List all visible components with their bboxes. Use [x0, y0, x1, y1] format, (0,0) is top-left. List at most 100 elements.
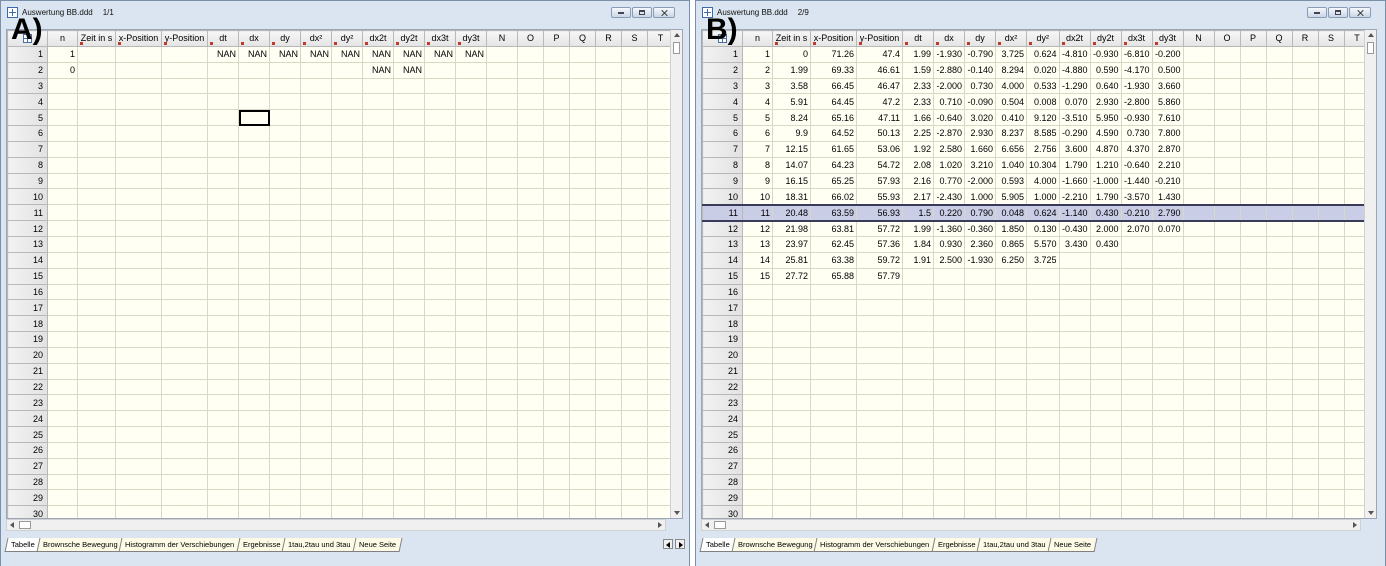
column-header[interactable]: dy2t [393, 30, 425, 47]
table-cell[interactable]: 4.370 [1120, 140, 1153, 158]
column-header[interactable]: R [1291, 30, 1319, 47]
table-cell[interactable] [1239, 489, 1267, 507]
table-cell[interactable] [331, 188, 363, 206]
table-cell[interactable]: 65.16 [810, 109, 857, 127]
table-cell[interactable] [269, 220, 301, 237]
table-cell[interactable] [207, 172, 239, 190]
table-cell[interactable] [856, 426, 903, 443]
table-cell[interactable] [393, 315, 425, 333]
table-cell[interactable] [207, 426, 239, 443]
table-cell[interactable] [517, 125, 544, 142]
table-cell[interactable] [47, 362, 78, 380]
table-cell[interactable] [1291, 331, 1319, 348]
table-cell[interactable] [393, 346, 425, 364]
table-cell[interactable] [517, 362, 544, 380]
table-cell[interactable] [1317, 235, 1345, 253]
table-cell[interactable] [331, 61, 363, 79]
table-cell[interactable]: 46.61 [856, 61, 903, 79]
table-cell[interactable] [1239, 410, 1267, 428]
table-cell[interactable] [595, 315, 622, 333]
table-cell[interactable]: -4.170 [1120, 61, 1153, 79]
table-cell[interactable] [742, 331, 773, 348]
table-cell[interactable] [238, 77, 270, 95]
table-cell[interactable]: 0.533 [1026, 77, 1060, 95]
table-cell[interactable] [331, 441, 363, 459]
table-cell[interactable] [772, 331, 811, 348]
table-cell[interactable] [742, 426, 773, 443]
table-cell[interactable] [595, 125, 622, 142]
table-cell[interactable] [300, 299, 332, 317]
table-cell[interactable] [1291, 45, 1319, 63]
table-cell[interactable] [517, 441, 544, 459]
table-cell[interactable] [455, 457, 487, 475]
table-cell[interactable] [1291, 378, 1319, 396]
table-cell[interactable] [856, 331, 903, 348]
table-cell[interactable] [77, 109, 116, 127]
table-cell[interactable] [1239, 109, 1267, 127]
column-header[interactable]: x-Position [810, 30, 857, 47]
table-cell[interactable] [455, 346, 487, 364]
table-cell[interactable]: 2.16 [902, 172, 934, 190]
table-cell[interactable] [621, 188, 648, 206]
table-cell[interactable] [964, 299, 996, 317]
table-cell[interactable]: 71.26 [810, 45, 857, 63]
table-cell[interactable] [964, 315, 996, 333]
table-cell[interactable] [207, 251, 239, 269]
table-cell[interactable] [742, 410, 773, 428]
table-cell[interactable] [569, 394, 596, 412]
table-cell[interactable] [1291, 426, 1319, 443]
table-cell[interactable] [393, 156, 425, 174]
column-header[interactable]: O [517, 30, 544, 47]
table-cell[interactable] [1265, 315, 1293, 333]
table-cell[interactable] [161, 125, 208, 142]
column-header[interactable]: dx2t [362, 30, 394, 47]
table-cell[interactable] [455, 188, 487, 206]
table-cell[interactable] [543, 362, 570, 380]
table-cell[interactable] [543, 109, 570, 127]
table-cell[interactable]: 0.710 [933, 93, 965, 111]
column-header[interactable]: Q [569, 30, 596, 47]
table-cell[interactable] [517, 315, 544, 333]
table-cell[interactable] [300, 188, 332, 206]
table-cell[interactable] [1265, 61, 1293, 79]
table-cell[interactable] [161, 172, 208, 190]
table-cell[interactable] [1151, 489, 1184, 507]
table-cell[interactable] [1120, 362, 1153, 380]
table-cell[interactable] [115, 172, 162, 190]
table-cell[interactable] [331, 140, 363, 158]
table-cell[interactable] [424, 362, 456, 380]
table-cell[interactable] [810, 394, 857, 412]
table-cell[interactable] [362, 426, 394, 443]
table-cell[interactable] [933, 441, 965, 459]
table-cell[interactable] [269, 140, 301, 158]
table-cell[interactable] [1317, 362, 1345, 380]
table-cell[interactable] [300, 410, 332, 428]
table-cell[interactable] [331, 394, 363, 412]
table-cell[interactable] [1089, 251, 1122, 269]
table-cell[interactable]: 14 [742, 251, 773, 269]
table-cell[interactable] [742, 473, 773, 491]
maximize-button[interactable] [1328, 7, 1348, 18]
table-cell[interactable] [238, 394, 270, 412]
table-cell[interactable] [331, 172, 363, 190]
table-cell[interactable] [1291, 457, 1319, 475]
row-header[interactable]: 15 [7, 267, 48, 285]
table-cell[interactable] [621, 204, 648, 222]
table-cell[interactable] [595, 172, 622, 190]
table-cell[interactable]: 14.07 [772, 156, 811, 174]
table-cell[interactable] [77, 156, 116, 174]
table-cell[interactable] [1291, 441, 1319, 459]
table-cell[interactable]: NAN [455, 45, 487, 63]
table-cell[interactable] [1265, 172, 1293, 190]
table-cell[interactable]: 1.92 [902, 140, 934, 158]
table-cell[interactable] [424, 125, 456, 142]
table-cell[interactable] [424, 109, 456, 127]
table-row[interactable]: 26 [702, 441, 1371, 459]
table-cell[interactable] [393, 109, 425, 127]
table-cell[interactable]: 2 [742, 61, 773, 79]
table-cell[interactable] [1182, 473, 1215, 491]
table-cell[interactable] [115, 109, 162, 127]
table-cell[interactable] [207, 299, 239, 317]
table-cell[interactable] [1026, 267, 1060, 285]
table-cell[interactable] [486, 346, 518, 364]
